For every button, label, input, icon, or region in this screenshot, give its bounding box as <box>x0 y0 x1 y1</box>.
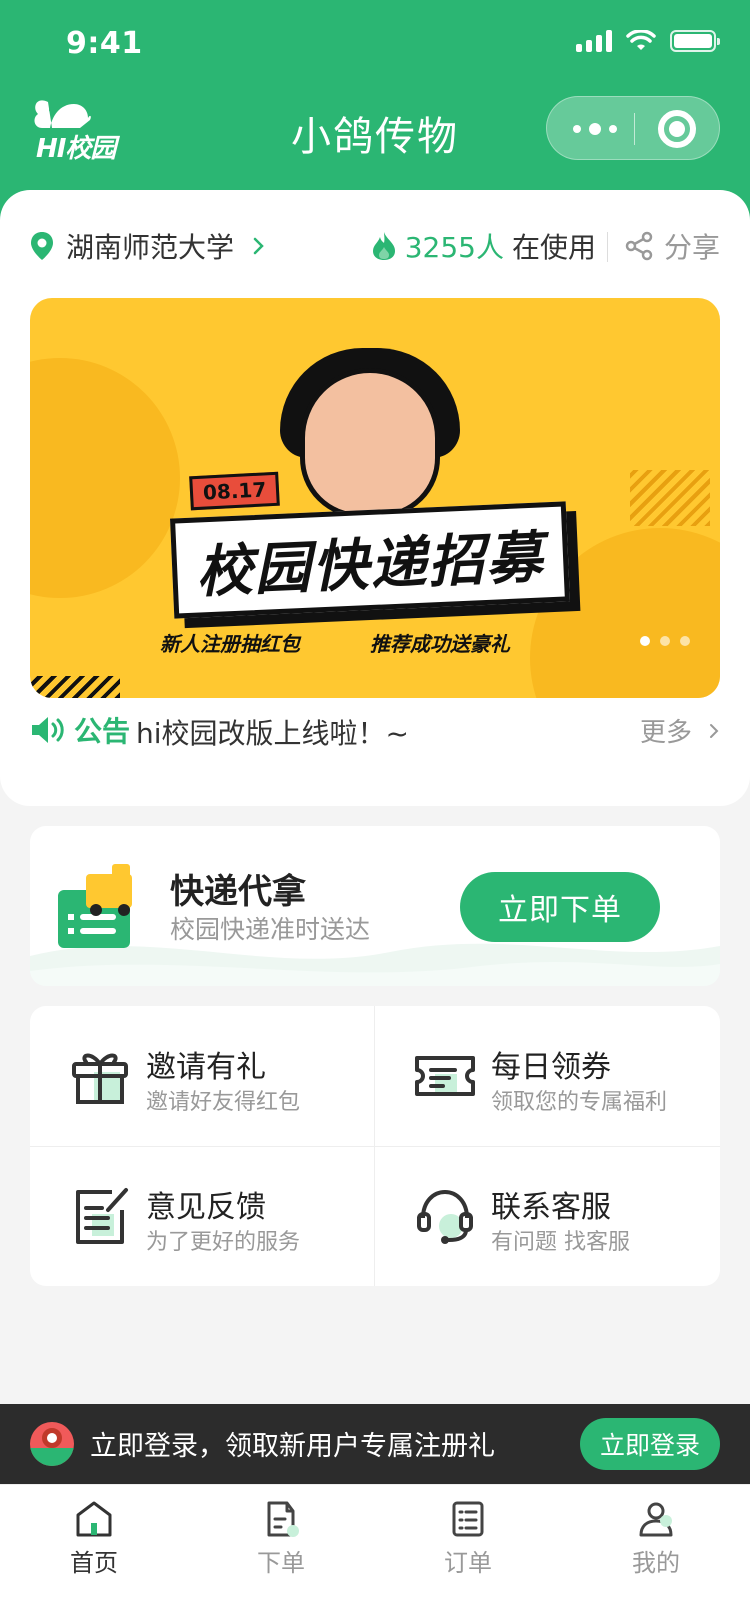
banner-title-board: 校园快递招募 <box>170 501 570 619</box>
battery-icon <box>670 30 720 52</box>
tab-create-order-label: 下单 <box>257 1549 305 1577</box>
mascot-avatar <box>30 1422 74 1466</box>
notice-message: hi校园改版上线啦！~ <box>136 717 409 750</box>
invite-reward-desc: 邀请好友得红包 <box>146 1090 301 1115</box>
pager-dot[interactable] <box>640 636 650 646</box>
banner-decoration <box>630 470 710 526</box>
user-count: 3255人 在使用 <box>371 226 596 266</box>
flame-icon <box>372 232 395 260</box>
wifi-icon <box>626 30 656 50</box>
order-now-button[interactable]: 立即下单 <box>460 872 660 942</box>
status-time: 9:41 <box>66 26 143 61</box>
feedback-icon <box>76 1188 128 1244</box>
login-prompt-bar: 立即登录，领取新用户专属注册礼 立即登录 <box>0 1404 750 1484</box>
close-miniprogram-icon[interactable] <box>658 110 696 148</box>
feedback-title: 意见反馈 <box>146 1190 266 1225</box>
invite-reward-title: 邀请有礼 <box>146 1050 266 1085</box>
tab-mine[interactable]: 我的 <box>596 1499 716 1578</box>
tab-mine-label: 我的 <box>632 1549 680 1577</box>
school-name: 湖南师范大学 <box>66 231 235 264</box>
mini-program-capsule <box>546 96 720 160</box>
banner-pager <box>640 636 690 646</box>
customer-service-desc: 有问题 找客服 <box>491 1230 630 1255</box>
signal-icon <box>576 30 612 52</box>
user-icon <box>639 1502 673 1537</box>
banner-decoration <box>30 676 120 698</box>
tab-home-label: 首页 <box>70 1549 118 1577</box>
user-count-number: 3255人 <box>404 231 504 264</box>
location-row: 湖南师范大学 3255人 在使用 分享 <box>30 226 720 266</box>
home-icon <box>76 1501 112 1537</box>
banner-subtitle-2: 推荐成功送豪礼 <box>370 632 510 656</box>
express-package-icon <box>58 864 132 948</box>
chevron-right-icon <box>710 723 719 738</box>
login-button[interactable]: 立即登录 <box>580 1418 720 1470</box>
tab-orders[interactable]: 订单 <box>408 1499 528 1578</box>
school-selector[interactable]: 湖南师范大学 <box>30 226 266 266</box>
tab-create-order[interactable]: 下单 <box>221 1499 341 1578</box>
share-button[interactable]: 分享 <box>624 226 720 266</box>
express-subtitle: 校园快递准时送达 <box>170 915 371 944</box>
status-icons <box>576 30 720 52</box>
location-pin-icon <box>31 232 53 260</box>
customer-service-item[interactable]: 联系客服 有问题 找客服 <box>375 1146 720 1286</box>
headset-icon <box>417 1189 473 1244</box>
services-grid: 邀请有礼 邀请好友得红包 每日领券 领取您的专属福利 意见反馈 为了更好的服务 <box>30 1006 720 1286</box>
notice-label: 公告 <box>30 710 130 750</box>
tab-orders-label: 订单 <box>444 1549 492 1577</box>
feedback-desc: 为了更好的服务 <box>146 1230 301 1255</box>
banner-subtitle-1: 新人注册抽红包 <box>160 632 300 656</box>
express-title: 快递代拿 <box>170 872 306 912</box>
notice-bar[interactable]: 公告 hi校园改版上线啦！~ 更多 <box>30 710 720 754</box>
notice-label-text: 公告 <box>74 715 131 748</box>
speaker-icon <box>32 717 64 743</box>
user-count-suffix: 在使用 <box>511 231 596 264</box>
notice-more-label: 更多 <box>639 718 692 748</box>
top-card: 湖南师范大学 3255人 在使用 分享 08.17 校园快递招募 新人注册抽红包… <box>0 190 750 806</box>
order-create-icon <box>267 1501 299 1537</box>
daily-coupon-title: 每日领券 <box>491 1050 611 1085</box>
banner-illustration-face <box>300 368 440 518</box>
location-divider <box>607 232 608 262</box>
daily-coupon-desc: 领取您的专属福利 <box>491 1090 668 1115</box>
order-list-icon <box>452 1501 484 1537</box>
banner-title: 校园快递招募 <box>194 524 546 606</box>
banner-date: 08.17 <box>189 471 281 511</box>
share-icon <box>625 231 653 261</box>
bottom-tab-bar: 首页 下单 订单 我的 <box>0 1484 750 1624</box>
notice-more-link[interactable]: 更多 <box>640 712 720 749</box>
chevron-right-icon <box>253 237 264 255</box>
share-label: 分享 <box>663 231 720 264</box>
status-bar: 9:41 <box>0 0 750 88</box>
express-card[interactable]: 快递代拿 校园快递准时送达 立即下单 <box>30 826 720 986</box>
banner-decoration <box>30 358 180 598</box>
feedback-item[interactable]: 意见反馈 为了更好的服务 <box>30 1146 375 1286</box>
daily-coupon-item[interactable]: 每日领券 领取您的专属福利 <box>375 1006 720 1146</box>
tab-home[interactable]: 首页 <box>34 1499 154 1578</box>
invite-reward-item[interactable]: 邀请有礼 邀请好友得红包 <box>30 1006 375 1146</box>
more-icon[interactable] <box>573 117 617 141</box>
pager-dot[interactable] <box>680 636 690 646</box>
login-prompt-text: 立即登录，领取新用户专属注册礼 <box>90 1431 495 1462</box>
promo-banner[interactable]: 08.17 校园快递招募 新人注册抽红包 推荐成功送豪礼 <box>30 298 720 698</box>
customer-service-title: 联系客服 <box>491 1190 611 1225</box>
coupon-icon <box>415 1056 475 1096</box>
pager-dot[interactable] <box>660 636 670 646</box>
capsule-divider <box>634 113 635 145</box>
gift-icon <box>72 1053 128 1104</box>
